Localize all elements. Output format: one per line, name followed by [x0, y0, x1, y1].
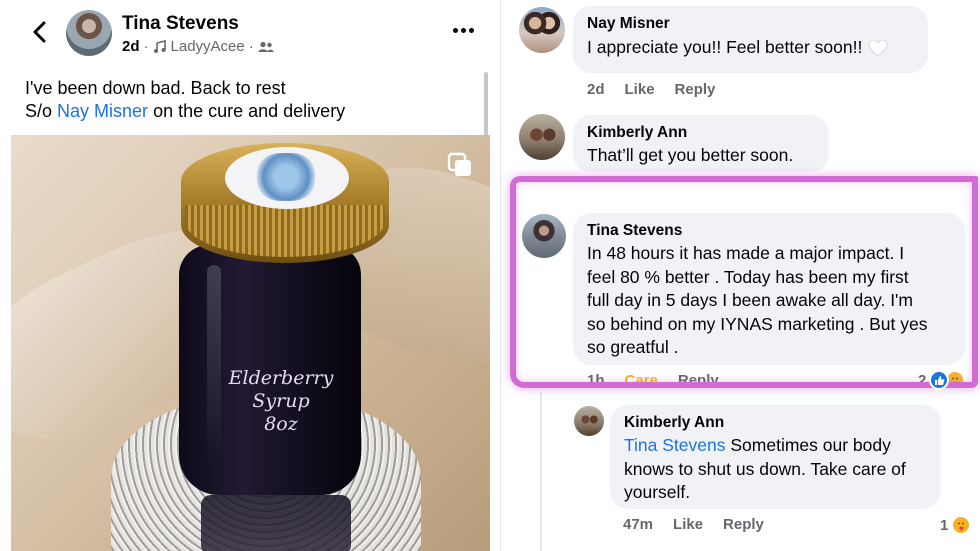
care-reaction-button[interactable]: Care [625, 372, 658, 389]
post-photo[interactable]: Elderberry Syrup 8oz [11, 135, 490, 551]
like-reaction-icon [929, 370, 950, 390]
comment-text-row: I appreciate you!! Feel better soon!! [587, 37, 914, 58]
comment-text: I appreciate you!! Feel better soon!! [587, 37, 863, 57]
comment-actions: 1h Care Reply [587, 372, 719, 389]
separator-dot: · [248, 38, 254, 55]
comment-actions: 47m Like Reply [623, 516, 764, 533]
commenter-avatar[interactable] [574, 406, 604, 436]
post-text-prefix: S/o [25, 101, 58, 121]
lid-label-art [257, 153, 315, 201]
post-panel: Tina Stevens 2d · LadyyAcee · I've been … [0, 0, 500, 551]
mention-link[interactable]: Tina Stevens [624, 435, 726, 455]
post-text-line: S/o Nay Misner on the cure and delivery [25, 100, 345, 123]
back-button[interactable] [26, 18, 52, 46]
post-meta: 2d · LadyyAcee · [122, 38, 274, 55]
comment-bubble: Kimberly Ann That’ll get you better soon… [573, 115, 829, 172]
reaction-count: 2 [918, 371, 927, 389]
comment-text-line: Tina Stevens Sometimes our body [624, 434, 927, 458]
jar-handwritten-label: Elderberry Syrup 8oz [201, 367, 361, 436]
post-text-suffix: on the cure and delivery [148, 101, 346, 121]
jar-label-line: 8oz [264, 413, 298, 435]
more-dot-icon [460, 27, 466, 33]
comment-age[interactable]: 1h [587, 372, 605, 389]
comment-age[interactable]: 47m [623, 516, 653, 533]
comment-author[interactable]: Nay Misner [587, 15, 914, 33]
commenter-avatar[interactable] [522, 214, 566, 258]
reply-button[interactable]: Reply [678, 372, 719, 389]
reply-button[interactable]: Reply [675, 81, 716, 98]
comment-text: That’ll get you better soon. [587, 145, 794, 165]
post-author-name[interactable]: Tina Stevens [122, 13, 239, 35]
more-options-button[interactable] [446, 18, 480, 42]
comment-text-line: In 48 hours it has made a major impact. … [587, 243, 905, 263]
more-dot-icon [468, 27, 474, 33]
comment-actions: 2d Like Reply [587, 81, 715, 98]
post-audio-name[interactable]: LadyyAcee [171, 38, 245, 55]
post-author-avatar[interactable] [66, 10, 112, 56]
music-note-icon [153, 39, 166, 53]
reaction-summary[interactable]: 2 [918, 370, 966, 390]
commenter-avatar[interactable] [519, 114, 565, 160]
comment-text-segment: Sometimes our body [725, 435, 891, 455]
comment-age[interactable]: 2d [587, 81, 605, 98]
white-heart-icon [868, 38, 888, 57]
friends-audience-icon [258, 41, 274, 52]
care-reaction-icon [951, 515, 972, 535]
post-age[interactable]: 2d [122, 38, 140, 55]
comment-bubble: Tina Stevens In 48 hours it has made a m… [573, 213, 965, 365]
separator-dot: · [143, 38, 149, 55]
comment-text-line: knows to shut us down. Take care of [624, 458, 906, 479]
reaction-count: 1 [940, 516, 949, 534]
multiple-photos-icon[interactable] [446, 151, 474, 179]
comment-text-line: so greatful . [587, 337, 679, 357]
commenter-avatar[interactable] [519, 7, 565, 53]
jar-label-line: Syrup [252, 390, 310, 412]
reply-button[interactable]: Reply [723, 516, 764, 533]
mention-link[interactable]: Nay Misner [57, 101, 148, 121]
like-button[interactable]: Like [673, 516, 703, 533]
like-button[interactable]: Like [625, 81, 655, 98]
reply-bubble: Kimberly Ann Tina Stevens Sometimes our … [610, 405, 941, 509]
comment-bubble: Nay Misner I appreciate you!! Feel bette… [573, 6, 928, 73]
reply-thread-line [540, 392, 542, 551]
comment-text-line: yourself. [624, 482, 691, 502]
jar-reflection [201, 495, 351, 551]
comment-author[interactable]: Kimberly Ann [587, 124, 815, 142]
post-text: I've been down bad. Back to rest S/o Nay… [25, 77, 345, 123]
comment-author[interactable]: Tina Stevens [587, 222, 951, 240]
reaction-summary[interactable]: 1 [940, 515, 972, 535]
comment-author[interactable]: Kimberly Ann [624, 414, 927, 432]
comment-text-line: so behind on my IYNAS marketing . But ye… [587, 313, 928, 334]
comment-text: In 48 hours it has made a major impact. … [587, 242, 951, 360]
jar-label-line: Elderberry [228, 367, 334, 389]
comment-text-line: feel 80 % better . Today has been my fir… [587, 266, 909, 287]
more-dot-icon [452, 27, 458, 33]
comment-text-line: full day in 5 days I been awake all day.… [587, 290, 913, 310]
chevron-left-icon [33, 21, 46, 43]
comment-text: Tina Stevens Sometimes our body knows to… [624, 434, 927, 505]
post-text-line: I've been down bad. Back to rest [25, 78, 286, 98]
